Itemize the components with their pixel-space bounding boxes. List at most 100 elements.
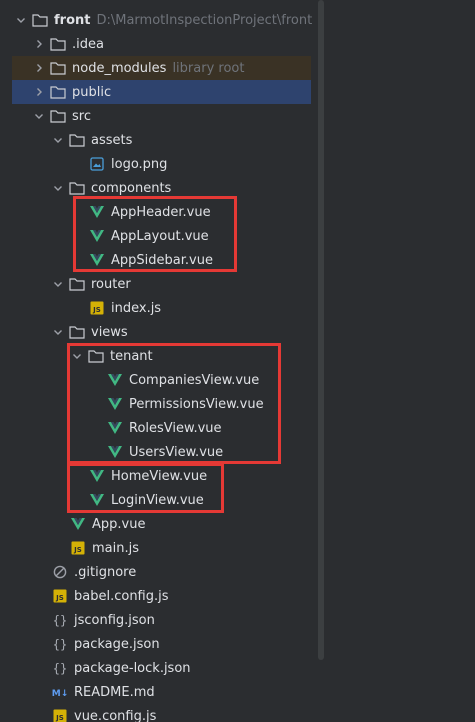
js-file-icon: JS [52,588,68,604]
folder-icon [69,180,85,196]
tree-row-components[interactable]: components [0,176,324,200]
tree-label: components [91,180,172,196]
svg-text:{}: {} [53,662,67,676]
folder-icon [50,108,66,124]
tree-row-app-layout[interactable]: AppLayout.vue [0,224,324,248]
tree-row-permissions-view[interactable]: PermissionsView.vue [0,392,324,416]
tree-row-src[interactable]: src [0,104,324,128]
tree-row-front[interactable]: front D:\MarmotInspectionProject\front [0,8,324,32]
tree-row-companies-view[interactable]: CompaniesView.vue [0,368,324,392]
chevron-right-icon[interactable] [32,80,46,104]
chevron-down-icon[interactable] [51,320,65,344]
folder-icon [69,324,85,340]
vue-file-icon [89,228,105,244]
tree-row-router[interactable]: router [0,272,324,296]
svg-text:JS: JS [55,714,64,722]
tree-row-app-vue[interactable]: App.vue [0,512,324,536]
project-tree: front D:\MarmotInspectionProject\front .… [0,0,475,722]
json-file-icon: {} [52,660,68,676]
tree-row-idea[interactable]: .idea [0,32,324,56]
json-file-icon: {} [52,612,68,628]
chevron-down-icon[interactable] [32,104,46,128]
tree-row-jsconfig[interactable]: {} jsconfig.json [0,608,324,632]
tree-label: router [91,276,131,292]
chevron-down-icon[interactable] [51,128,65,152]
vue-file-icon [89,468,105,484]
tree-row-app-sidebar[interactable]: AppSidebar.vue [0,248,324,272]
tree-row-users-view[interactable]: UsersView.vue [0,440,324,464]
vue-file-icon [89,252,105,268]
tree-row-package-lock[interactable]: {} package-lock.json [0,656,324,680]
tree-row-vue-config[interactable]: JS vue.config.js [0,704,324,722]
tree-label: index.js [111,300,162,316]
vue-file-icon [70,516,86,532]
folder-icon [50,60,66,76]
tree-row-gitignore[interactable]: .gitignore [0,560,324,584]
svg-text:JS: JS [73,546,82,554]
tree-label: package-lock.json [74,660,191,676]
tree-label: RolesView.vue [129,420,222,436]
folder-icon [50,36,66,52]
tree-label: front [54,12,91,28]
tree-row-login-view[interactable]: LoginView.vue [0,488,324,512]
folder-icon [88,348,104,364]
tree-label: AppLayout.vue [111,228,209,244]
tree-label: babel.config.js [74,588,169,604]
tree-label: vue.config.js [74,708,157,722]
chevron-right-icon[interactable] [32,56,46,80]
tree-label: views [91,324,128,340]
ignore-file-icon [52,564,68,580]
folder-icon [50,84,66,100]
tree-row-readme[interactable]: M↓ README.md [0,680,324,704]
chevron-down-icon[interactable] [51,272,65,296]
chevron-down-icon[interactable] [14,8,28,32]
vue-file-icon [89,204,105,220]
tree-label: HomeView.vue [111,468,208,484]
chevron-down-icon[interactable] [51,176,65,200]
tree-label: src [72,108,91,124]
tree-label: node_modules [72,60,167,76]
tree-label: tenant [110,348,153,364]
vue-file-icon [107,396,123,412]
tree-row-tenant[interactable]: tenant [0,344,324,368]
chevron-down-icon[interactable] [70,344,84,368]
js-file-icon: JS [89,300,105,316]
tree-row-home-view[interactable]: HomeView.vue [0,464,324,488]
vue-file-icon [107,420,123,436]
json-file-icon: {} [52,636,68,652]
chevron-right-icon[interactable] [32,32,46,56]
tree-row-public[interactable]: public [12,80,311,104]
tree-row-roles-view[interactable]: RolesView.vue [0,416,324,440]
tree-label: UsersView.vue [129,444,224,460]
svg-text:M↓: M↓ [52,689,68,698]
tree-label: CompaniesView.vue [129,372,260,388]
tree-label: package.json [74,636,160,652]
tree-label: public [72,84,112,100]
markdown-file-icon: M↓ [52,684,68,700]
folder-icon [69,132,85,148]
tree-label: AppHeader.vue [111,204,211,220]
tree-label: README.md [74,684,155,700]
js-file-icon: JS [52,708,68,722]
tree-row-main-js[interactable]: JS main.js [0,536,324,560]
tree-label: main.js [92,540,139,556]
tree-row-views[interactable]: views [0,320,324,344]
tree-row-package-json[interactable]: {} package.json [0,632,324,656]
tree-row-assets[interactable]: assets [0,128,324,152]
svg-text:JS: JS [55,594,64,602]
tree-label: jsconfig.json [74,612,155,628]
tree-row-logo[interactable]: logo.png [0,152,324,176]
tree-row-node-modules[interactable]: node_modules library root [12,56,311,80]
tree-label: App.vue [92,516,146,532]
project-path: D:\MarmotInspectionProject\front [96,12,313,28]
vertical-scrollbar[interactable] [318,0,324,660]
tree-label: .idea [72,36,104,52]
tree-label: logo.png [111,156,168,172]
tree-row-babel-config[interactable]: JS babel.config.js [0,584,324,608]
tree-row-app-header[interactable]: AppHeader.vue [0,200,324,224]
js-file-icon: JS [70,540,86,556]
vue-file-icon [107,372,123,388]
svg-text:JS: JS [92,306,101,314]
svg-text:{}: {} [53,638,67,652]
tree-row-router-index[interactable]: JS index.js [0,296,324,320]
